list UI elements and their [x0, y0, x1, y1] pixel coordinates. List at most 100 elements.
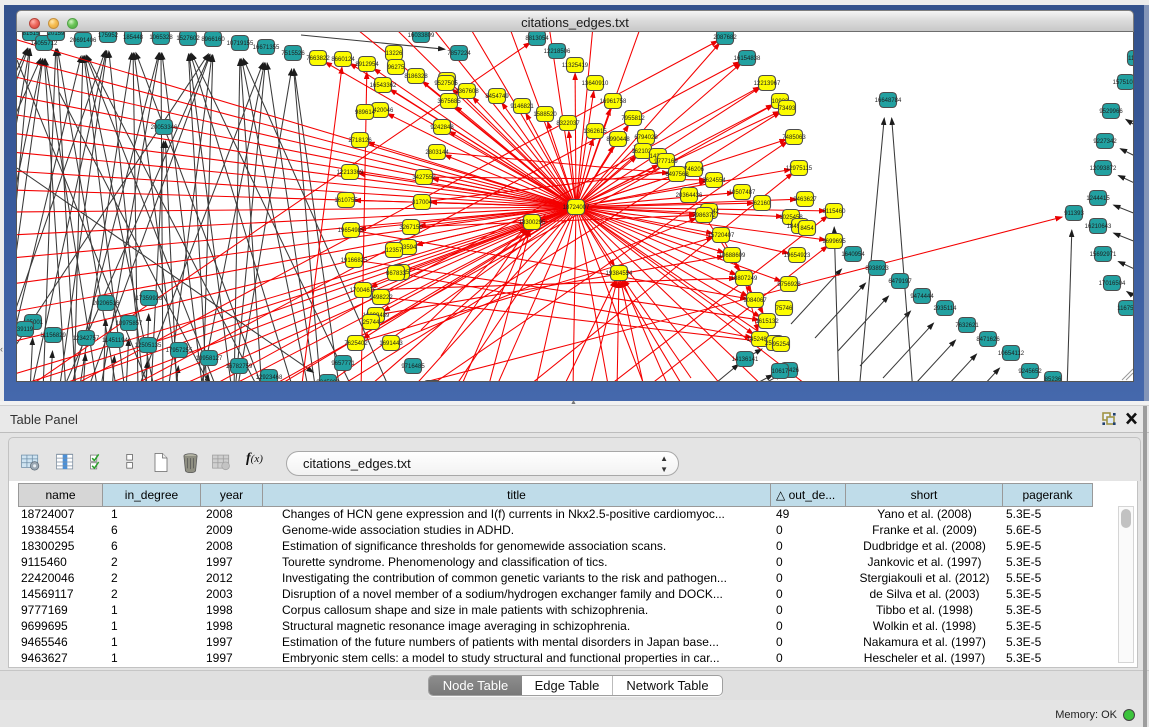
svg-text:7857224: 7857224: [447, 51, 471, 57]
svg-text:1065328: 1065328: [149, 35, 173, 41]
svg-text:9463627: 9463627: [793, 197, 817, 203]
svg-text:8966160: 8966160: [201, 37, 225, 43]
svg-text:6497568: 6497568: [665, 172, 689, 178]
svg-text:16210643: 16210643: [1085, 224, 1112, 230]
svg-text:12218506: 12218506: [544, 49, 571, 55]
svg-text:8938923: 8938923: [865, 266, 889, 272]
svg-text:9245652: 9245652: [1018, 369, 1042, 375]
svg-text:317004: 317004: [412, 200, 433, 206]
svg-text:15751074: 15751074: [1113, 80, 1134, 86]
svg-text:9227342: 9227342: [1093, 139, 1117, 145]
svg-text:989614: 989614: [355, 110, 376, 116]
svg-text:12923468: 12923468: [256, 375, 283, 381]
svg-text:2718126: 2718126: [348, 138, 372, 144]
svg-text:1498222: 1498222: [369, 295, 393, 301]
svg-text:3675685: 3675685: [437, 99, 461, 105]
svg-text:7515526: 7515526: [281, 51, 305, 57]
svg-text:15720407: 15720407: [708, 233, 735, 239]
svg-text:12213369: 12213369: [337, 170, 364, 176]
svg-text:10958127: 10958127: [196, 356, 223, 362]
svg-text:10719155: 10719155: [227, 41, 254, 47]
svg-text:6794028: 6794028: [634, 135, 658, 141]
svg-text:1691443: 1691443: [379, 341, 403, 347]
svg-text:1615132: 1615132: [755, 319, 779, 325]
svg-text:2087682: 2087682: [713, 35, 737, 41]
svg-text:39119: 39119: [17, 327, 34, 333]
svg-text:12213967: 12213967: [754, 81, 781, 87]
svg-text:20206516: 20206516: [93, 301, 120, 307]
svg-text:7663822: 7663822: [306, 56, 330, 62]
svg-text:18300295: 18300295: [519, 220, 546, 226]
svg-text:1244415: 1244415: [1086, 196, 1110, 202]
svg-text:8471626: 8471626: [976, 337, 1000, 343]
svg-text:911393: 911393: [1064, 211, 1084, 217]
svg-text:16648784: 16648784: [875, 98, 902, 104]
svg-text:16961758: 16961758: [600, 99, 627, 105]
svg-text:7632621: 7632621: [955, 323, 979, 329]
svg-text:12342757: 12342757: [73, 336, 100, 342]
svg-text:8322037: 8322037: [556, 121, 580, 127]
svg-text:10507487: 10507487: [729, 190, 756, 196]
svg-text:8660124: 8660124: [331, 57, 355, 63]
svg-text:8454749: 8454749: [485, 94, 509, 100]
svg-text:11156829: 11156829: [40, 333, 66, 339]
svg-text:75746: 75746: [776, 306, 793, 312]
svg-text:17359928: 17359928: [136, 296, 163, 302]
svg-text:17016504: 17016504: [1099, 281, 1126, 287]
svg-text:11451194: 11451194: [102, 338, 128, 344]
svg-text:3624554: 3624554: [702, 178, 726, 184]
svg-text:16543362: 16543362: [370, 83, 397, 89]
svg-text:7625402: 7625402: [344, 341, 368, 347]
svg-text:62160: 62160: [754, 201, 771, 207]
svg-text:8813054: 8813054: [525, 36, 549, 42]
svg-text:2367608: 2367608: [455, 89, 479, 95]
svg-text:20159: 20159: [48, 32, 65, 37]
svg-text:15692971: 15692971: [1090, 252, 1117, 258]
svg-text:10975857: 10975857: [116, 321, 143, 327]
svg-text:185448: 185448: [123, 35, 144, 41]
svg-text:1640954: 1640954: [841, 252, 865, 258]
svg-text:7986372: 7986372: [692, 213, 716, 219]
svg-text:8186328: 8186328: [404, 74, 428, 80]
svg-text:8990448: 8990448: [606, 137, 630, 143]
svg-text:73493: 73493: [779, 106, 796, 112]
svg-text:12093872: 12093872: [1090, 166, 1117, 172]
svg-text:85236: 85236: [1045, 377, 1062, 382]
svg-text:19654985: 19654985: [338, 228, 365, 234]
svg-text:12975115: 12975115: [786, 166, 813, 172]
svg-text:9146821: 9146821: [510, 104, 534, 110]
svg-text:16033809: 16033809: [408, 33, 435, 39]
svg-text:14136141: 14136141: [732, 357, 759, 363]
svg-text:1588520: 1588520: [533, 112, 557, 118]
svg-text:20364436: 20364436: [676, 193, 703, 199]
svg-text:1362615: 1362615: [583, 129, 607, 135]
svg-text:7955812: 7955812: [621, 116, 645, 122]
svg-text:175952: 175952: [98, 33, 119, 39]
svg-text:12505135: 12505135: [135, 343, 162, 349]
svg-text:1527602: 1527602: [176, 36, 200, 42]
svg-text:1610755: 1610755: [334, 198, 358, 204]
svg-text:9242848: 9242848: [430, 125, 454, 131]
svg-text:11124: 11124: [1128, 56, 1134, 62]
svg-text:12357: 12357: [386, 248, 403, 254]
svg-text:7485063: 7485063: [782, 135, 806, 141]
svg-text:11325419: 11325419: [562, 63, 589, 69]
svg-text:17957255: 17957255: [166, 348, 193, 354]
svg-text:16154838: 16154838: [734, 56, 761, 62]
svg-text:9084067: 9084067: [743, 298, 767, 304]
svg-text:10688609: 10688609: [719, 253, 746, 259]
svg-text:9474444: 9474444: [910, 294, 934, 300]
svg-text:20053346: 20053346: [151, 125, 178, 131]
svg-text:19166825: 19166825: [341, 258, 368, 264]
svg-text:6479197: 6479197: [888, 279, 912, 285]
svg-text:3427552: 3427552: [412, 175, 436, 181]
svg-text:10654112: 10654112: [998, 351, 1025, 357]
svg-text:9756928: 9756928: [777, 282, 801, 288]
svg-text:19654923: 19654923: [784, 253, 811, 259]
svg-text:10617: 10617: [772, 369, 789, 375]
svg-text:9777169: 9777169: [654, 159, 678, 165]
svg-text:9699695: 9699695: [822, 239, 846, 245]
svg-text:13640910: 13640910: [582, 81, 609, 87]
svg-text:13226: 13226: [386, 51, 403, 57]
svg-text:8912954: 8912954: [355, 62, 379, 68]
